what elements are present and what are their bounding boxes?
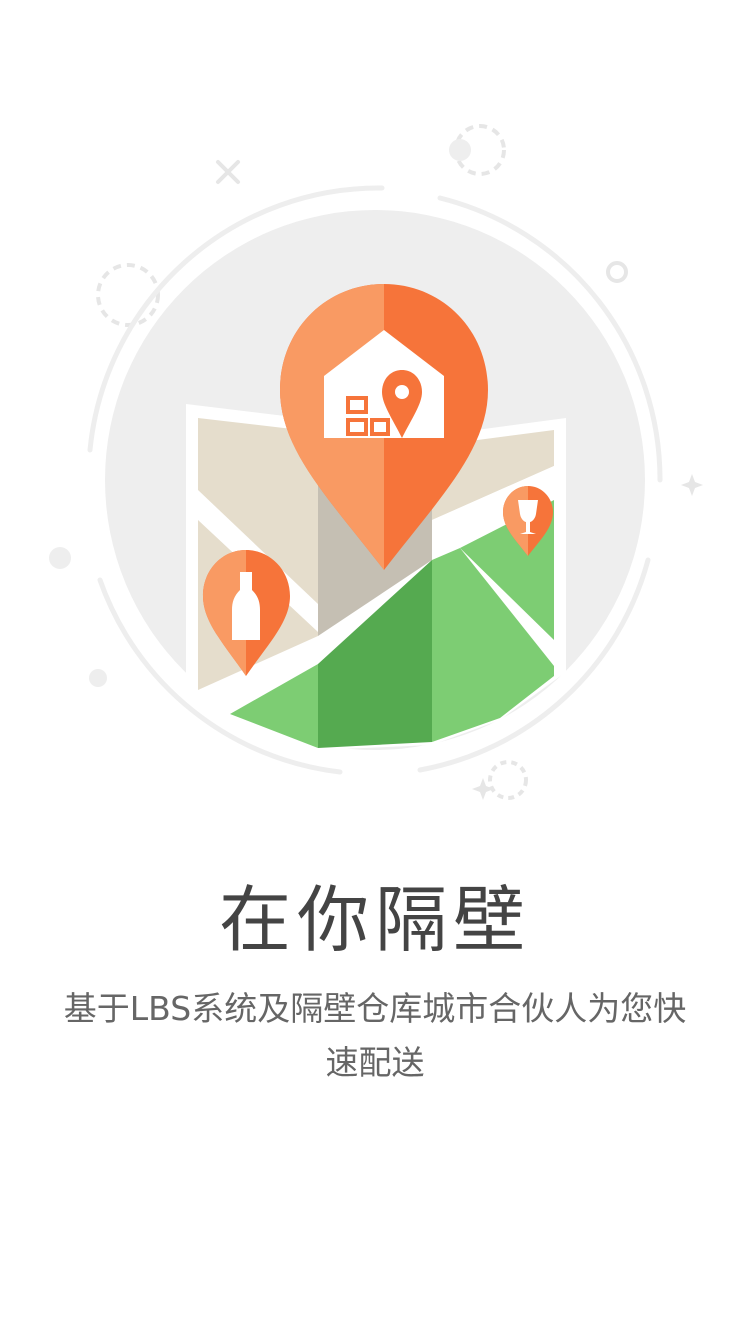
ring-decoration — [606, 261, 628, 283]
dot-decoration — [89, 669, 107, 687]
sparkle-star-icon — [472, 778, 494, 800]
dot-decoration — [449, 139, 471, 161]
sparkle-cross-icon — [216, 160, 240, 184]
dashed-circle-decoration — [96, 263, 160, 327]
sparkle-star-icon — [681, 474, 703, 496]
dashed-circle-decoration — [488, 760, 528, 800]
page-title: 在你隔壁 — [218, 878, 531, 962]
dot-decoration — [49, 547, 71, 569]
onboarding-map-illustration — [49, 124, 703, 800]
page-subtitle: 基于LBS系统及隔壁仓库城市合伙人为您快速配送 — [63, 989, 687, 1082]
